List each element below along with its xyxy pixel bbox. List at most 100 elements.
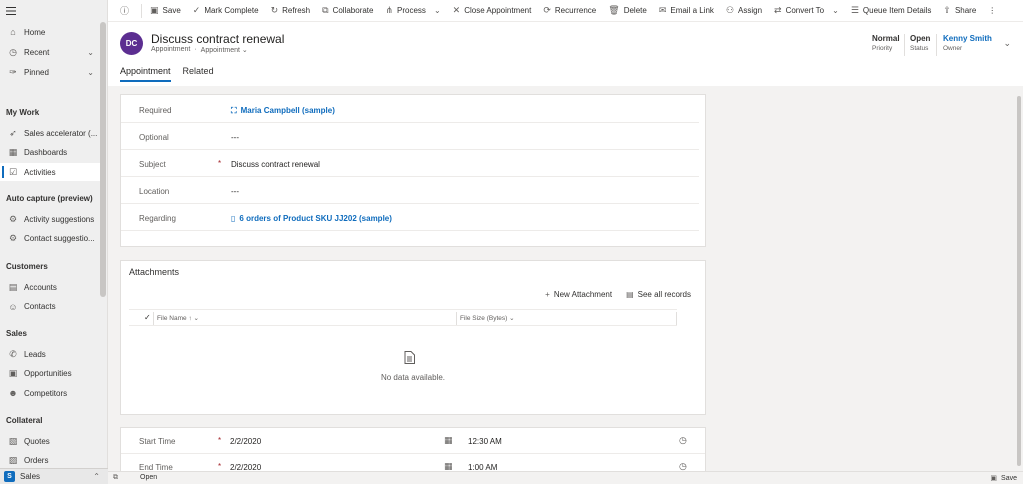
quote-icon: ▧ [8,435,18,446]
new-attachment-button[interactable]: + New Attachment [545,290,612,299]
more-commands-button[interactable]: ⋮ [982,0,1002,22]
command-label: Delete [623,6,647,15]
sidebar-item-label: Orders [24,456,49,465]
scrollbar-thumb[interactable] [1017,96,1021,466]
sidebar-section-title: My Work [6,108,40,117]
sidebar-item-activity-suggestions[interactable]: ⚙ Activity suggestions [0,210,100,228]
tab-appointment[interactable]: Appointment [120,66,171,82]
sidebar-item-dashboards[interactable]: ▦ Dashboards [0,144,100,162]
sidebar-item-competitors[interactable]: ☻ Competitors [0,384,100,402]
status-bar: ⧉ Open ▣ Save [108,471,1023,484]
share-button[interactable]: ⇪ Share [937,0,982,22]
rocket-icon: ➶ [9,127,17,138]
order-icon: ▨ [8,455,18,465]
sidebar-item-opportunities[interactable]: ▣ Opportunities [0,365,100,383]
expand-header-button[interactable]: ⌄ [1003,38,1011,49]
field-value[interactable]: Discuss contract renewal [231,160,320,169]
command-label: Refresh [282,6,311,15]
field-value[interactable]: --- [231,133,239,142]
command-label: Recurrence [554,6,597,15]
chevron-down-icon: ⌄ [1003,38,1011,48]
record-status: Open [140,474,158,481]
select-all-checkbox[interactable]: ✓ [144,313,151,322]
sidebar-item-quotes[interactable]: ▧ Quotes [0,432,100,450]
attachments-section: Attachments + New Attachment ▤ See all rec… [120,260,706,415]
see-all-records-button[interactable]: ▤ See all records [626,290,691,299]
statusbar-save-button[interactable]: ▣ Save [990,474,1017,482]
time-input[interactable]: 12:30 AM [468,437,502,446]
email-a-link-button[interactable]: ✉ Email a Link [653,0,720,22]
sidebar-item-recent[interactable]: ◷ Recent ⌄ [0,43,100,61]
sidebar-item-contacts[interactable]: ☺ Contacts [0,298,100,316]
activities-icon: ☑ [8,166,18,177]
field-label: Optional [139,133,169,142]
form-selector[interactable]: Appointment ⌄ [201,46,248,54]
field-label: Subject [139,160,166,169]
assign-button[interactable]: ⚇ Assign [720,0,768,22]
date-input[interactable]: 2/2/2020 [230,437,261,446]
calendar-icon[interactable]: ▦ [444,435,453,446]
recurrence-button[interactable]: ⟳ Recurrence [537,0,602,22]
column-file-size[interactable]: File Size (Bytes) ⌄ [460,314,515,322]
command-label: Collaborate [332,6,374,15]
mark-complete-button[interactable]: ✓ Mark Complete [187,0,265,22]
tab-related[interactable]: Related [183,66,214,82]
check-icon: ✓ [192,5,201,15]
column-file-name[interactable]: File Name ↑ ⌄ [157,314,199,322]
delete-button[interactable]: 🗑 Delete [602,0,653,22]
empty-state-text: No data available. [380,373,446,382]
command-label: Mark Complete [204,6,259,15]
hamburger-icon [6,7,16,15]
status-field: Open Status [910,34,931,52]
owner-field[interactable]: Kenny Smith Owner [943,34,992,52]
app-switcher[interactable]: S Sales ⌃ [0,468,108,484]
gear-icon: ⚙ [8,213,18,224]
sidebar-item-accounts[interactable]: ▤ Accounts [0,278,100,296]
sidebar-item-sales-accelerator[interactable]: ➶ Sales accelerator (... [0,124,100,142]
collaborate-button[interactable]: ⧉ Collaborate [316,0,379,22]
field-location: Location --- [121,178,699,204]
lookup-value[interactable]: ▯ 6 orders of Product SKU JJ202 (sample) [231,214,392,223]
form-scrollbar[interactable] [1015,86,1023,471]
field-label: Location [139,187,170,196]
command-divider [141,3,143,18]
convert-to-button[interactable]: ⇄ Convert To ⌄ [768,0,845,22]
header-divider [904,34,905,56]
hamburger-button[interactable] [0,0,107,22]
popout-icon[interactable]: ⧉ [113,474,118,482]
save-button[interactable]: ▣ Save [144,0,187,22]
column-divider [676,312,677,325]
opportunity-icon: ▣ [8,368,18,378]
sidebar-item-activities[interactable]: ☑ Activities [0,163,100,181]
document-icon: ▯ [231,214,236,223]
field-value[interactable]: --- [231,187,239,196]
field-label: Start Time [139,437,176,446]
close-appointment-button[interactable]: ✕ Close Appointment [447,0,538,22]
sidebar-item-label: Sales accelerator (... [24,128,98,138]
sidebar-item-label: Recent [24,47,50,57]
command-label: Assign [738,6,763,15]
refresh-button[interactable]: ↻ Refresh [265,0,317,22]
collaborate-icon: ⧉ [322,5,329,15]
process-button[interactable]: ⋔ Process ⌄ [379,0,446,22]
back-button[interactable]: ⓘ [114,0,139,22]
share-icon: ⇪ [943,5,951,15]
required-marker: * [218,462,222,471]
entity-name: Appointment [151,46,191,53]
attachments-actions: + New Attachment ▤ See all records [545,290,691,299]
command-label: Queue Item Details [862,6,932,15]
sidebar-item-orders[interactable]: ▨ Orders [0,452,100,470]
sidebar-item-home[interactable]: ⌂ Home [0,23,100,41]
sidebar-item-leads[interactable]: ✆ Leads [0,345,100,363]
queue-item-details-button[interactable]: ☰ Queue Item Details [845,0,938,22]
sidebar-item-label: Opportunities [24,369,72,378]
field-required: Required ⛶ Maria Campbell (sample) [121,97,699,123]
sidebar-scrollbar[interactable] [100,22,106,297]
assign-icon: ⚇ [725,5,735,15]
lookup-value[interactable]: ⛶ Maria Campbell (sample) [231,106,335,116]
clock-icon[interactable]: ◷ [679,435,687,446]
sidebar-item-pinned[interactable]: ✑ Pinned ⌄ [0,63,100,81]
sitemap-sidebar: ⌂ Home ◷ Recent ⌄ ✑ Pinned ⌄ My Work ➶ Sales accel… [0,0,108,484]
dashboard-icon: ▦ [8,147,18,157]
sidebar-item-contact-suggestio[interactable]: ⚙ Contact suggestio... [0,230,100,248]
